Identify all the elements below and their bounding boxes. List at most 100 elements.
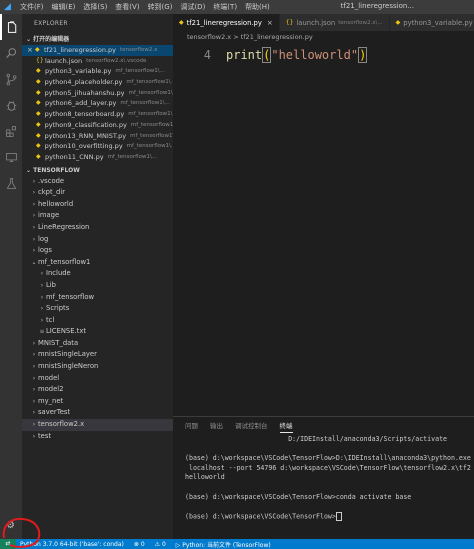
- errors-count[interactable]: ⊗ 0: [134, 541, 145, 548]
- editor-tab[interactable]: ◆ python3_variable.py: [389, 14, 474, 31]
- tree-folder[interactable]: › mf_tensorflow: [22, 292, 173, 304]
- breadcrumb[interactable]: tensorflow2.x > tf21_lineregression.py: [173, 31, 474, 43]
- tree-folder[interactable]: › Lib: [22, 280, 173, 292]
- tree-folder[interactable]: › LineRegression: [22, 222, 173, 234]
- open-editor-item[interactable]: ◆python13_RNN_MNIST.pymf_tensorflow1\...: [22, 131, 173, 142]
- menu-item[interactable]: 编辑(E): [52, 3, 76, 11]
- code-line[interactable]: 4 print("helloworld"): [173, 47, 368, 63]
- open-editor-item[interactable]: {} launch.json tensorflow2.x\.vscode: [22, 56, 173, 67]
- tree-folder[interactable]: › Include: [22, 268, 173, 280]
- open-editor-item[interactable]: ◆ python4_placeholder.py mf_tensorflow1\..…: [22, 77, 173, 88]
- panel-tab[interactable]: 终端: [279, 420, 293, 433]
- tree-item-label: Include: [46, 269, 71, 278]
- terminal[interactable]: D:/IDEInstall/anaconda3/Scripts/activate…: [173, 435, 474, 522]
- close-icon[interactable]: ×: [27, 45, 35, 56]
- chevron-right-icon: ›: [40, 293, 44, 301]
- code-close-paren: ): [358, 47, 368, 63]
- open-editor-item[interactable]: ◆python5_jihuahanshu.pymf_tensorflow1\..…: [22, 88, 173, 99]
- tree-item-label: LineRegression: [38, 222, 90, 231]
- tree-item-label: model: [38, 373, 60, 382]
- tree-item-label: Lib: [46, 280, 56, 289]
- tree-folder[interactable]: › mnistSingleLayer: [22, 349, 173, 361]
- menu-item[interactable]: 帮助(H): [245, 3, 270, 11]
- tree-item-label: test: [38, 431, 52, 440]
- tree-folder[interactable]: › helloworld: [22, 199, 173, 211]
- terminal-text: (base) d:\workspace\VSCode\TensorFlow>co…: [185, 492, 412, 501]
- tree-folder[interactable]: › saverTest: [22, 407, 173, 419]
- menu-item[interactable]: 查看(V): [115, 3, 139, 11]
- python-file-icon: ◆: [36, 88, 41, 96]
- file-icon: ≡: [39, 328, 45, 336]
- open-editors-label: 打开的编辑器: [33, 36, 70, 43]
- tree-item-label: log: [38, 234, 49, 243]
- tree-folder[interactable]: › logs: [22, 245, 173, 257]
- tab-label: tf21_lineregression.py: [186, 18, 262, 27]
- code-editor[interactable]: 4 print("helloworld"): [173, 43, 474, 416]
- python-file-icon: ◆: [36, 131, 41, 139]
- tree-item-label: MNIST_data: [38, 338, 79, 347]
- warnings-count[interactable]: ⚠ 0: [155, 541, 166, 548]
- python-file-icon: ◆: [36, 67, 41, 75]
- tree-item-label: mnistSingleLayer: [38, 350, 97, 359]
- debug-config[interactable]: ▷ Python: 当前文件 (TensorFlow): [176, 540, 271, 549]
- terminal-line: (base) d:\workspace\VSCode\TensorFlow>D:…: [185, 454, 474, 464]
- tree-file[interactable]: ≡ LICENSE.txt: [22, 326, 173, 338]
- tree-item-label: tensorflow2.x: [38, 420, 85, 429]
- open-editor-item[interactable]: ◆ python3_variable.py mf_tensorflow1\...: [22, 66, 173, 77]
- open-editor-item[interactable]: ◆ python11_CNN.py mf_tensorflow1\...: [22, 152, 173, 163]
- editor-tab[interactable]: ◆ tf21_lineregression.py ×: [173, 14, 280, 31]
- tree-folder[interactable]: › my_net: [22, 396, 173, 408]
- panel-tab[interactable]: 调试控制台: [235, 420, 268, 432]
- open-editor-path: mf_tensorflow1\...: [128, 89, 173, 96]
- tree-folder[interactable]: › log: [22, 234, 173, 246]
- menu-item[interactable]: 转到(G): [148, 3, 173, 11]
- tree-item-label: saverTest: [38, 408, 71, 417]
- open-editor-item[interactable]: × ◆ tf21_lineregression.py tensorflow2.x: [22, 45, 173, 56]
- python-file-icon: ◆: [179, 19, 184, 26]
- tree-folder[interactable]: › tcl: [22, 315, 173, 327]
- panel-tab[interactable]: 问题: [185, 420, 198, 432]
- menu-item[interactable]: 调试(D): [180, 3, 205, 11]
- remote-icon[interactable]: ⇄: [0, 539, 16, 549]
- panel-tab[interactable]: 输出: [210, 420, 223, 432]
- open-editor-item[interactable]: ◆ python10_overfitting.py mf_tensorflow1\.…: [22, 141, 173, 152]
- tree-folder[interactable]: › MNIST_data: [22, 338, 173, 350]
- terminal-line: localhost --port 54796 d:\workspace\VSCo…: [185, 464, 474, 474]
- tree-folder[interactable]: › mnistSingleNeron: [22, 361, 173, 373]
- debug-activity-icon[interactable]: [0, 92, 22, 118]
- menu-item[interactable]: 终端(T): [213, 3, 237, 11]
- tree-folder[interactable]: › model: [22, 373, 173, 385]
- python-interpreter[interactable]: Python 3.7.0 64-bit ('base': conda): [20, 541, 124, 548]
- tree-folder[interactable]: › test: [22, 431, 173, 443]
- terminal-cursor: [335, 511, 342, 521]
- tree-folder[interactable]: › image: [22, 210, 173, 222]
- open-editor-path: mf_tensorflow1\...: [120, 100, 170, 107]
- close-icon[interactable]: ×: [267, 19, 273, 27]
- editor-tab[interactable]: {} launch.json tensorflow2.x\...: [279, 14, 390, 31]
- python-file-icon: ◆: [395, 19, 401, 26]
- open-editors-header[interactable]: ⌄ 打开的编辑器: [22, 34, 173, 45]
- tree-folder[interactable]: › model2: [22, 384, 173, 396]
- open-editor-item[interactable]: ◆ python9_classification.py mf_tensorflow1…: [22, 120, 173, 131]
- menu-item[interactable]: 选择(S): [83, 3, 107, 11]
- tree-folder[interactable]: ⌄ mf_tensorflow1: [22, 257, 173, 269]
- workspace-header[interactable]: ⌄ TENSORFLOW: [22, 165, 173, 176]
- tree-folder[interactable]: › ckpt_dir: [22, 187, 173, 199]
- explorer-activity-icon[interactable]: [0, 14, 22, 40]
- tree-folder[interactable]: › .vscode: [22, 176, 173, 188]
- open-editor-name: python13_RNN_MNIST.py: [44, 131, 127, 140]
- menu-item[interactable]: 文件(F): [20, 3, 44, 11]
- chevron-right-icon: ›: [32, 247, 36, 255]
- remote-explorer-activity-icon[interactable]: [0, 144, 22, 170]
- open-editor-item[interactable]: ◆ python8_tensorboard.py mf_tensorflow1\..…: [22, 109, 173, 120]
- source-control-activity-icon[interactable]: [0, 66, 22, 92]
- open-editor-path: mf_tensorflow1\...: [126, 143, 173, 150]
- open-editor-item[interactable]: ◆ python6_add_layer.py mf_tensorflow1\...: [22, 98, 173, 109]
- tree-folder[interactable]: › Scripts: [22, 303, 173, 315]
- test-activity-icon[interactable]: [0, 170, 22, 196]
- extensions-activity-icon[interactable]: [0, 118, 22, 144]
- search-activity-icon[interactable]: [0, 40, 22, 66]
- open-editor-path: tensorflow2.x: [120, 47, 158, 53]
- open-editor-name: python10_overfitting.py: [44, 142, 123, 151]
- tree-folder[interactable]: › tensorflow2.x: [22, 419, 173, 431]
